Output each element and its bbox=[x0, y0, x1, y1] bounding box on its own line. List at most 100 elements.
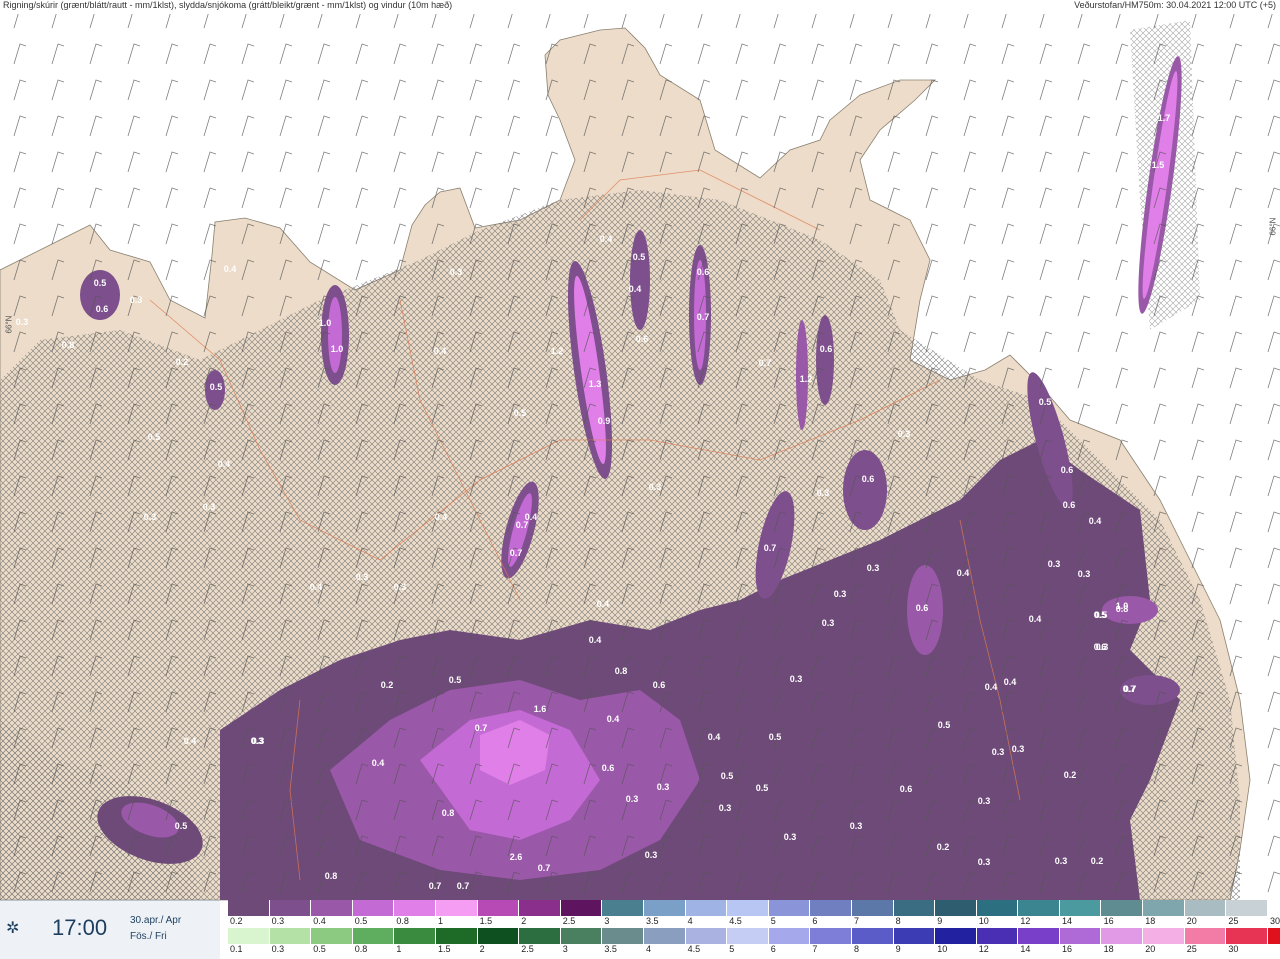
precip-value-label: 0.3 bbox=[719, 803, 732, 813]
precip-value-label: 0.5 bbox=[633, 252, 646, 262]
precip-value-label: 1.0 bbox=[331, 344, 344, 354]
precip-value-label: 0.3 bbox=[867, 563, 880, 573]
legend-swatch bbox=[519, 928, 561, 944]
legend-label: 3.5 bbox=[646, 916, 659, 926]
precip-value-label: 0.2 bbox=[1091, 856, 1104, 866]
forecast-time: 17:00 bbox=[52, 915, 108, 940]
precip-value-label: 0.7 bbox=[457, 881, 470, 891]
legend-label: 10 bbox=[937, 944, 948, 954]
legend-swatch bbox=[851, 928, 894, 944]
legend-label: 0.5 bbox=[313, 944, 326, 954]
precip-value-label: 0.8 bbox=[325, 871, 338, 881]
precip-value-label: 0.3 bbox=[898, 429, 911, 439]
legend-snow-row bbox=[228, 900, 1280, 916]
legend-label: 0.8 bbox=[396, 916, 409, 926]
precip-value-label: 0.4 bbox=[224, 264, 237, 274]
precip-value-label: 0.3 bbox=[790, 674, 803, 684]
legend-swatch bbox=[976, 900, 1019, 916]
legend-label: 9 bbox=[937, 916, 943, 926]
legend-label: 12 bbox=[1020, 916, 1031, 926]
precip-value-label: 0.3 bbox=[1012, 744, 1025, 754]
precip-value-label: 2.6 bbox=[510, 852, 523, 862]
legend-label: 6 bbox=[770, 944, 776, 954]
legend-swatch bbox=[768, 900, 811, 916]
legend-swatch bbox=[643, 928, 686, 944]
color-legend: 0.2 0.3 0.4 0.5 0.8 1 1.5 2 2.5 3 3.5 4 4.5 5 6 7 8 9 10 12… bbox=[228, 900, 1280, 958]
legend-swatch bbox=[1101, 900, 1144, 916]
precip-value-label: 0.3 bbox=[1048, 559, 1061, 569]
legend-swatch bbox=[727, 900, 769, 916]
precip-value-label: 0.3 bbox=[144, 512, 157, 522]
precip-value-label: 0.3 bbox=[978, 796, 991, 806]
legend-swatch bbox=[1018, 900, 1060, 916]
legend-swatch bbox=[1059, 900, 1102, 916]
legend-swatch bbox=[976, 928, 1019, 944]
legend-swatch bbox=[810, 928, 852, 944]
precip-value-label: 0.4 bbox=[434, 346, 447, 356]
precip-value-label: 0.4 bbox=[310, 582, 323, 592]
legend-label: 1.5 bbox=[438, 944, 451, 954]
precip-value-label: 0.2 bbox=[176, 357, 189, 367]
legend-swatch bbox=[602, 900, 644, 916]
legend-label: 12 bbox=[978, 944, 989, 954]
legend-label: 4.5 bbox=[687, 944, 701, 954]
legend-swatch bbox=[685, 900, 728, 916]
legend-label: 2 bbox=[479, 944, 485, 954]
precip-value-label: 1.3 bbox=[589, 379, 602, 389]
precip-value-label: 0.5 bbox=[514, 408, 527, 418]
precip-value-label: 0.3 bbox=[657, 782, 670, 792]
legend-swatch bbox=[435, 900, 478, 916]
legend-swatch bbox=[1184, 928, 1227, 944]
legend-swatch bbox=[352, 900, 395, 916]
precip-value-label: 0.6 bbox=[653, 680, 666, 690]
precip-value-label: 0.3 bbox=[822, 618, 835, 628]
precip-value-label: 0.5 bbox=[721, 771, 734, 781]
legend-label: 10 bbox=[978, 916, 989, 926]
precip-value-label: 0.5 bbox=[94, 278, 107, 288]
precip-value-label: 0.3 bbox=[1055, 856, 1068, 866]
legend-label: 25 bbox=[1186, 944, 1197, 954]
legend-swatch bbox=[311, 928, 353, 944]
legend-label: 16 bbox=[1062, 944, 1073, 954]
precip-value-label: 0.3 bbox=[978, 857, 991, 867]
legend-label: 14 bbox=[1062, 916, 1073, 926]
legend-label: 5 bbox=[729, 944, 735, 954]
precip-value-label: 0.4 bbox=[1089, 516, 1102, 526]
play-animation-icon[interactable]: ✲ bbox=[6, 919, 26, 939]
precip-value-label: 0.6 bbox=[697, 267, 710, 277]
legend-label: 0.3 bbox=[271, 916, 285, 926]
precip-value-label: 0.6 bbox=[862, 474, 875, 484]
precip-value-label: 0.3 bbox=[649, 482, 662, 492]
legend-label: 7 bbox=[812, 944, 818, 954]
legend-swatch bbox=[935, 928, 977, 944]
legend-swatch bbox=[768, 928, 811, 944]
legend-label: 20 bbox=[1186, 916, 1197, 926]
legend-swatch bbox=[519, 900, 561, 916]
legend-label: 30 bbox=[1228, 944, 1239, 954]
legend-swatch bbox=[893, 928, 936, 944]
legend-label: 20 bbox=[1145, 944, 1156, 954]
legend-label: 1 bbox=[438, 916, 444, 926]
legend-swatch bbox=[1143, 900, 1185, 916]
precip-value-label: 0.3 bbox=[1096, 642, 1109, 652]
precip-value-label: 0.9 bbox=[598, 416, 611, 426]
legend-label: 4 bbox=[687, 916, 693, 926]
weather-map: 0.3 0.5 0.6 0.3 0.8 0.2 0.4 0.5 0.3 0.4 0.3 0.5 0.4 0… bbox=[0, 0, 1280, 958]
precip-value-label: 1.5 bbox=[1152, 160, 1165, 170]
precip-value-label: 0.4 bbox=[1029, 614, 1042, 624]
legend-label: 2.5 bbox=[521, 944, 534, 954]
legend-swatch bbox=[435, 928, 478, 944]
legend-label: 3 bbox=[562, 944, 568, 954]
legend-label: 4.5 bbox=[729, 916, 742, 926]
legend-label: 2 bbox=[521, 916, 527, 926]
precip-value-label: 0.4 bbox=[708, 732, 721, 742]
legend-swatch bbox=[1226, 928, 1268, 944]
legend-swatch bbox=[1267, 928, 1280, 944]
precip-value-label: 0.6 bbox=[820, 344, 833, 354]
legend-label: 0.4 bbox=[313, 916, 326, 926]
forecast-weekday: Fös./ Fri bbox=[130, 931, 167, 942]
precip-value-label: 0.3 bbox=[626, 794, 639, 804]
precip-value-label: 0.6 bbox=[900, 784, 913, 794]
precip-value-label: 0.3 bbox=[850, 821, 863, 831]
precip-value-label: 0.7 bbox=[1123, 684, 1136, 694]
